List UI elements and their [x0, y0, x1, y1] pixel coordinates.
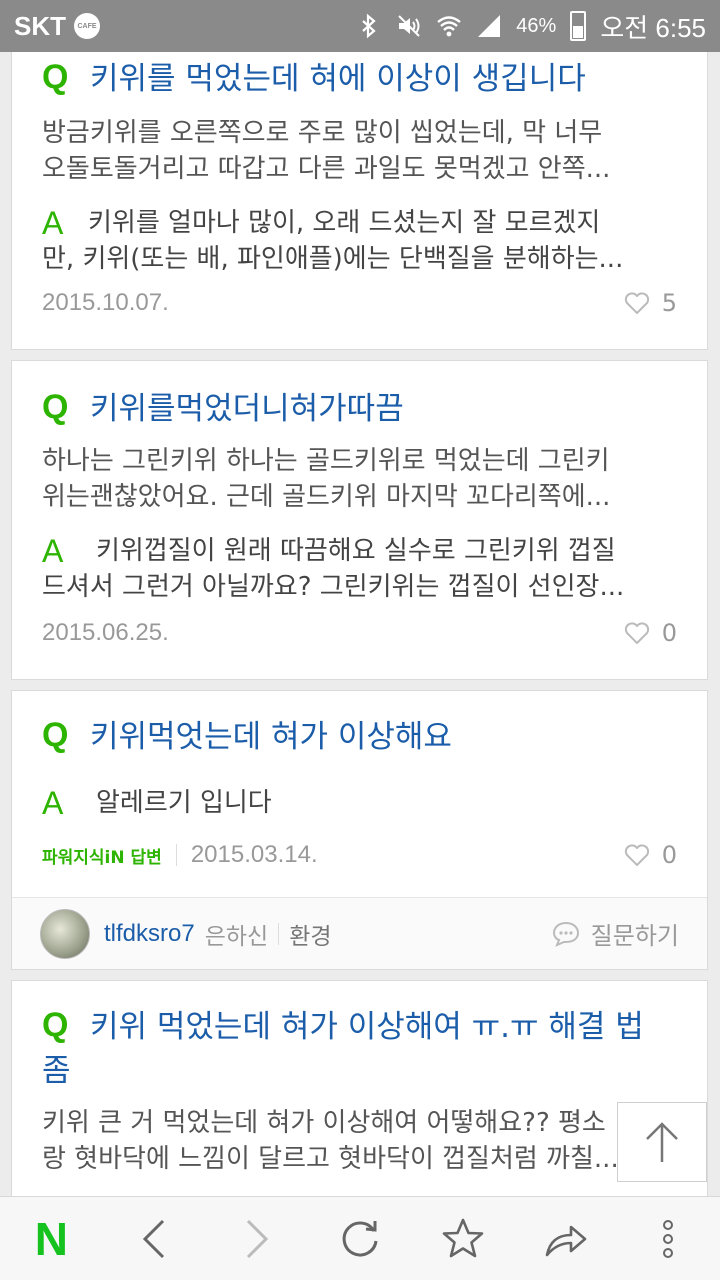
- post-date: 2015.10.07.: [42, 289, 169, 316]
- answer-text: 키위껍질이 원래 따끔해요 실수로 그린키위 껍질: [96, 536, 616, 566]
- wifi-icon: [437, 16, 462, 37]
- battery-percent: 46%: [516, 14, 557, 37]
- answer-text: 키위를 얼마나 많이, 오래 드셨는지 잘 모르겠지: [88, 208, 601, 238]
- question-row[interactable]: Q 키위를먹었더니혀가따끔: [12, 387, 707, 431]
- like-count: 0: [661, 619, 677, 647]
- question-mark-icon: Q: [42, 58, 69, 96]
- question-title[interactable]: 키위를 먹었는데 혀에 이상이 생깁니다: [90, 57, 586, 101]
- bookmark-button[interactable]: [423, 1197, 503, 1280]
- forward-button[interactable]: [217, 1197, 297, 1280]
- share-icon: [545, 1225, 586, 1256]
- result-card[interactable]: Q 키위를먹었더니혀가따끔 하나는 그린키위 하나는 골드키위로 먹었는데 그린…: [11, 360, 708, 680]
- answer-row: A 알레르기 입니다: [12, 785, 707, 821]
- card-meta: 파워지식iN 답변 2015.03.14. 0: [12, 841, 707, 869]
- question-title[interactable]: 키위를먹었더니혀가따끔: [90, 387, 404, 431]
- power-answer-badge: 파워지식iN 답변: [42, 847, 162, 868]
- question-mark-icon: Q: [42, 716, 69, 754]
- answer-row: 만, 키위(또는 배, 파인애플)에는 단백질을 분해하는...: [12, 241, 707, 277]
- back-button[interactable]: [114, 1197, 194, 1280]
- carrier-name: SKT: [14, 10, 66, 41]
- question-row[interactable]: Q 키위를 먹었는데 혀에 이상이 생깁니다: [12, 57, 707, 101]
- card-meta: 2015.06.25. 0: [12, 619, 707, 647]
- result-card[interactable]: Q 키위 먹었는데 혀가 이상해여 ㅠ.ㅠ 해결 법 좀 키위 큰 거 먹었는데…: [11, 980, 708, 1196]
- post-date: 2015.06.25.: [42, 619, 169, 646]
- avatar[interactable]: [40, 908, 90, 959]
- answer-row: A 키위껍질이 원래 따끔해요 실수로 그린키위 껍질: [12, 533, 707, 569]
- answerer-grade: 은하신: [204, 923, 269, 950]
- arrow-up-icon: [646, 1122, 678, 1162]
- result-card[interactable]: Q 키위먹엇는데 혀가 이상해요 A 알레르기 입니다 파워지식iN 답변 20…: [11, 690, 708, 970]
- like-button[interactable]: 0: [624, 841, 677, 869]
- answer-text: 알레르기 입니다: [96, 788, 272, 818]
- signal-icon: [478, 15, 501, 37]
- naver-home-icon: N: [34, 1212, 69, 1265]
- question-title[interactable]: 키위 먹었는데 혀가 이상해여 ㅠ.ㅠ 해결 법: [90, 1005, 644, 1049]
- back-icon: [143, 1219, 165, 1258]
- question-title[interactable]: 키위먹엇는데 혀가 이상해요: [90, 715, 452, 759]
- question-title-continued[interactable]: 좀: [12, 1049, 707, 1093]
- like-button[interactable]: 0: [624, 619, 677, 647]
- divider: [278, 922, 280, 945]
- answerer-field: 환경: [289, 923, 332, 950]
- share-button[interactable]: [526, 1197, 606, 1280]
- browser-toolbar: N: [0, 1196, 720, 1280]
- clock: 오전 6:55: [600, 12, 706, 43]
- ask-question-button[interactable]: 질문하기: [551, 916, 679, 951]
- question-body: 하나는 그린키위 하나는 골드키위로 먹었는데 그린키: [42, 446, 610, 476]
- bookmark-star-icon: [442, 1218, 484, 1257]
- like-count: 0: [661, 841, 677, 869]
- like-button[interactable]: 5: [624, 289, 677, 317]
- question-body: 키위 큰 거 먹었는데 혀가 이상해여 어떻해요?? 평소: [42, 1108, 606, 1138]
- answer-mark-icon: A: [42, 205, 64, 241]
- answerer-row[interactable]: tlfdksro7 은하신 환경 질문하기: [12, 897, 707, 969]
- result-card[interactable]: Q 키위를 먹었는데 혀에 이상이 생깁니다 방금키위를 오른쪽으로 주로 많이…: [11, 40, 708, 350]
- mute-icon: [398, 15, 421, 37]
- answer-text: 만, 키위(또는 배, 파인애플)에는 단백질을 분해하는...: [42, 244, 624, 274]
- forward-icon: [247, 1219, 269, 1258]
- heart-icon: [624, 622, 649, 644]
- question-body: 오돌토돌거리고 따갑고 다른 과일도 못먹겠고 안쪽...: [42, 154, 611, 184]
- answerer-name[interactable]: tlfdksro7: [104, 920, 195, 948]
- heart-icon: [624, 292, 649, 314]
- ask-question-label: 질문하기: [590, 922, 679, 950]
- answer-mark-icon: A: [42, 785, 64, 821]
- answer-text: 드셔서 그런거 아닐까요? 그린키위는 껍질이 선인장...: [42, 572, 625, 602]
- answer-row: A 키위를 얼마나 많이, 오래 드셨는지 잘 모르겠지: [12, 205, 707, 241]
- battery-icon: [570, 11, 587, 41]
- like-count: 5: [661, 289, 677, 317]
- question-mark-icon: Q: [42, 1006, 69, 1044]
- answer-mark-icon: A: [42, 533, 64, 569]
- speech-bubble-icon: [552, 921, 579, 947]
- more-icon: [663, 1219, 674, 1258]
- divider: [175, 844, 177, 866]
- refresh-button[interactable]: [320, 1197, 400, 1280]
- question-row[interactable]: Q 키위먹엇는데 혀가 이상해요: [12, 715, 707, 759]
- results-list: Q 키위를 먹었는데 혀에 이상이 생깁니다 방금키위를 오른쪽으로 주로 많이…: [0, 0, 720, 1196]
- question-body: 랑 혓바닥에 느낌이 달르고 혓바닥이 껍질처럼 까칠...: [42, 1144, 619, 1174]
- card-meta: 2015.10.07. 5: [12, 289, 707, 317]
- status-bar: SKT CAFE 46% 오전 6:55: [0, 0, 720, 52]
- naver-home-button[interactable]: N: [11, 1197, 91, 1280]
- bluetooth-icon: [362, 13, 376, 39]
- post-date: 2015.03.14.: [190, 841, 318, 868]
- answer-row: 드셔서 그런거 아닐까요? 그린키위는 껍질이 선인장...: [12, 569, 707, 605]
- more-button[interactable]: [628, 1197, 708, 1280]
- heart-icon: [624, 844, 649, 866]
- question-body: 방금키위를 오른쪽으로 주로 많이 씹었는데, 막 너무: [42, 118, 603, 148]
- question-row[interactable]: Q 키위 먹었는데 혀가 이상해여 ㅠ.ㅠ 해결 법: [12, 1005, 707, 1049]
- question-mark-icon: Q: [42, 388, 69, 426]
- cafe-notification-icon: CAFE: [74, 13, 100, 39]
- scroll-to-top-button[interactable]: [617, 1102, 707, 1182]
- refresh-icon: [342, 1220, 378, 1256]
- question-body: 위는괜찮았어요. 근데 골드키위 마지막 꼬다리쪽에...: [42, 482, 611, 512]
